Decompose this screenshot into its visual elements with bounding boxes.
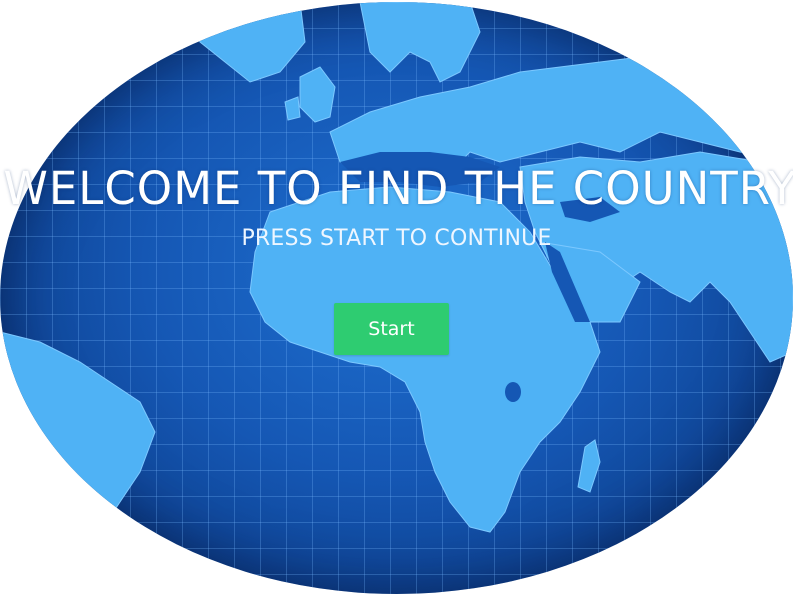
greenland-landmass xyxy=(179,2,306,83)
press-start-subtitle: PRESS START TO CONTINUE xyxy=(241,226,552,251)
british-isles-landmass xyxy=(299,66,336,123)
continents xyxy=(0,2,793,594)
scandinavia-landmass xyxy=(359,2,481,83)
world-map-globe xyxy=(0,2,793,594)
welcome-title: WELCOME TO FIND THE COUNTRY xyxy=(3,162,793,215)
welcome-screen: WELCOME TO FIND THE COUNTRY PRESS START … xyxy=(0,0,793,596)
madagascar-landmass xyxy=(577,439,601,493)
start-button[interactable]: Start xyxy=(334,303,449,355)
south-america-landmass xyxy=(0,331,156,594)
